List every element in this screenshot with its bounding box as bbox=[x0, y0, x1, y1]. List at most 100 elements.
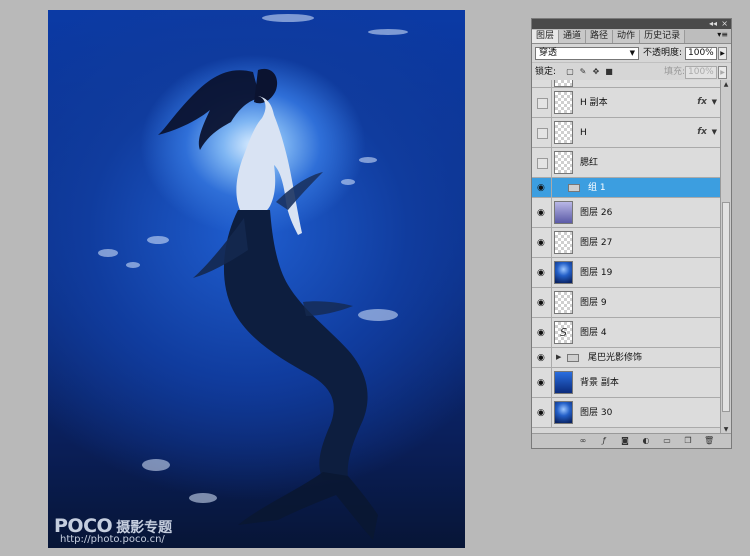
visibility-toggle[interactable]: ◉ bbox=[532, 258, 552, 287]
layer-thumbnail[interactable] bbox=[554, 201, 573, 224]
scrollbar-thumb[interactable] bbox=[722, 202, 730, 412]
fx-badge[interactable]: fx bbox=[697, 127, 707, 137]
layer-thumbnail[interactable] bbox=[554, 121, 573, 144]
eye-icon[interactable]: ◉ bbox=[537, 239, 547, 248]
layer-name: H bbox=[580, 128, 587, 138]
blend-mode-select[interactable]: 穿透 ▼ bbox=[535, 47, 639, 60]
layer-thumbnail[interactable] bbox=[554, 91, 573, 114]
layer-row[interactable]: ◉ 图层 4 bbox=[532, 318, 720, 348]
layer-thumbnail[interactable] bbox=[554, 401, 573, 424]
fill-label: 填充: bbox=[664, 67, 686, 77]
fx-badge[interactable]: fx bbox=[697, 97, 707, 107]
layer-list: H 副本 fx ▼ Hfx ▼ 腮红 ◉ 组 1 ◉ 图层 26 ◉ 图层 27 ◉ 图层 19 ◉ 图层 9… bbox=[532, 80, 720, 434]
opacity-input[interactable]: 100% bbox=[685, 47, 717, 60]
link-layers-icon[interactable]: ∞ bbox=[578, 436, 588, 446]
scroll-up-icon[interactable]: ▲ bbox=[722, 80, 730, 89]
layer-name: 组 1 bbox=[588, 183, 606, 193]
document-canvas[interactable]: POCO 摄影专题 http://photo.poco.cn/ bbox=[48, 10, 465, 548]
layer-name: 图层 26 bbox=[580, 208, 613, 218]
layer-name: 图层 9 bbox=[580, 298, 607, 308]
lock-transparent-icon[interactable]: ▢ bbox=[565, 67, 575, 77]
dropdown-arrow-icon: ▼ bbox=[629, 49, 635, 57]
layer-name: 腮红 bbox=[580, 158, 599, 168]
layer-row[interactable]: ◉ 图层 30 bbox=[532, 398, 720, 428]
layer-list-scrollbar[interactable]: ▲ ▼ bbox=[720, 80, 731, 434]
layer-row[interactable]: ◉ 图层 19 bbox=[532, 258, 720, 288]
layer-thumbnail[interactable] bbox=[554, 80, 573, 87]
layer-row[interactable]: Hfx ▼ bbox=[532, 118, 720, 148]
eye-icon[interactable]: ◉ bbox=[537, 269, 547, 278]
folder-icon bbox=[568, 184, 580, 192]
visibility-toggle[interactable] bbox=[532, 148, 552, 177]
layer-name: 尾巴光影修饰 bbox=[588, 353, 643, 363]
delete-layer-icon[interactable]: 🗑 bbox=[704, 436, 714, 446]
lock-position-icon[interactable]: ✥ bbox=[591, 67, 601, 77]
eye-icon[interactable]: ◉ bbox=[537, 409, 547, 418]
layer-name: 背景 副本 bbox=[580, 378, 619, 388]
new-group-icon[interactable]: ▭ bbox=[662, 436, 672, 446]
layer-row[interactable]: H 副本 fx ▼ bbox=[532, 88, 720, 118]
hidden-visibility-box[interactable] bbox=[537, 128, 548, 139]
opacity-slider-toggle[interactable]: ▶ bbox=[718, 47, 727, 60]
panel-bottom-toolbar: ∞ ƒ ◙ ◐ ▭ ❐ 🗑 bbox=[532, 433, 731, 448]
layer-row[interactable]: 腮红 bbox=[532, 148, 720, 178]
tab-3[interactable]: 路径 bbox=[586, 30, 614, 43]
visibility-toggle[interactable]: ◉ bbox=[532, 318, 552, 347]
visibility-toggle[interactable]: ◉ bbox=[532, 398, 552, 427]
tab-4[interactable]: 动作 bbox=[613, 30, 641, 43]
tab-1[interactable]: 图层 bbox=[532, 30, 560, 43]
layer-row[interactable]: ◉ 背景 副本 bbox=[532, 368, 720, 398]
layer-thumbnail[interactable] bbox=[554, 151, 573, 174]
eye-icon[interactable]: ◉ bbox=[537, 354, 547, 363]
visibility-toggle[interactable] bbox=[532, 88, 552, 117]
layer-thumbnail[interactable] bbox=[554, 261, 573, 284]
layer-thumbnail[interactable] bbox=[554, 231, 573, 254]
eye-icon[interactable]: ◉ bbox=[537, 184, 547, 193]
hidden-visibility-box[interactable] bbox=[537, 98, 548, 109]
hidden-visibility-box[interactable] bbox=[537, 158, 548, 169]
layer-row[interactable] bbox=[532, 80, 720, 88]
layer-thumbnail[interactable] bbox=[554, 321, 573, 344]
tab-2[interactable]: 通道 bbox=[559, 30, 587, 43]
layer-thumbnail[interactable] bbox=[554, 291, 573, 314]
eye-icon[interactable]: ◉ bbox=[537, 299, 547, 308]
visibility-toggle[interactable] bbox=[532, 118, 552, 147]
effects-expand-icon[interactable]: ▼ bbox=[712, 128, 717, 136]
new-layer-icon[interactable]: ❐ bbox=[683, 436, 693, 446]
collapse-icon[interactable]: ◂◂ bbox=[709, 19, 717, 29]
panel-menu-icon[interactable]: ▾≡ bbox=[717, 30, 728, 39]
visibility-toggle[interactable] bbox=[532, 80, 552, 87]
close-icon[interactable]: × bbox=[721, 19, 728, 29]
effects-expand-icon[interactable]: ▼ bbox=[712, 98, 717, 106]
layer-name: H 副本 bbox=[580, 98, 608, 108]
fx-icon[interactable]: ƒ bbox=[599, 436, 609, 446]
lock-all-icon[interactable]: ■ bbox=[604, 67, 614, 77]
fill-slider-toggle[interactable]: ▶ bbox=[718, 66, 727, 79]
eye-icon[interactable]: ◉ bbox=[537, 329, 547, 338]
layer-group-row[interactable]: ◉ ▶ 尾巴光影修饰 bbox=[532, 348, 720, 368]
adjustment-layer-icon[interactable]: ◐ bbox=[641, 436, 651, 446]
visibility-toggle[interactable]: ◉ bbox=[532, 228, 552, 257]
layer-row[interactable]: ◉ 图层 9 bbox=[532, 288, 720, 318]
lock-label: 锁定: bbox=[535, 67, 557, 77]
add-mask-icon[interactable]: ◙ bbox=[620, 436, 630, 446]
visibility-toggle[interactable]: ◉ bbox=[532, 348, 552, 367]
lock-image-icon[interactable]: ✎ bbox=[578, 67, 588, 77]
panel-tabs: 图层 通道 路径 动作 历史记录 ▾≡ bbox=[532, 29, 731, 44]
eye-icon[interactable]: ◉ bbox=[537, 379, 547, 388]
layer-name: 图层 4 bbox=[580, 328, 607, 338]
layer-group-row[interactable]: ◉ 组 1 bbox=[532, 178, 720, 198]
watermark-url: http://photo.poco.cn/ bbox=[60, 534, 165, 545]
tab-5[interactable]: 历史记录 bbox=[640, 30, 686, 43]
layer-row[interactable]: ◉ 图层 27 bbox=[532, 228, 720, 258]
visibility-toggle[interactable]: ◉ bbox=[532, 178, 552, 197]
layer-row[interactable]: ◉ 图层 26 bbox=[532, 198, 720, 228]
expand-triangle-icon[interactable]: ▶ bbox=[556, 353, 561, 361]
eye-icon[interactable]: ◉ bbox=[537, 209, 547, 218]
visibility-toggle[interactable]: ◉ bbox=[532, 198, 552, 227]
visibility-toggle[interactable]: ◉ bbox=[532, 288, 552, 317]
fill-input[interactable]: 100% bbox=[685, 66, 717, 79]
panel-titlebar[interactable]: ◂◂ × bbox=[532, 19, 731, 29]
visibility-toggle[interactable]: ◉ bbox=[532, 368, 552, 397]
layer-thumbnail[interactable] bbox=[554, 371, 573, 394]
